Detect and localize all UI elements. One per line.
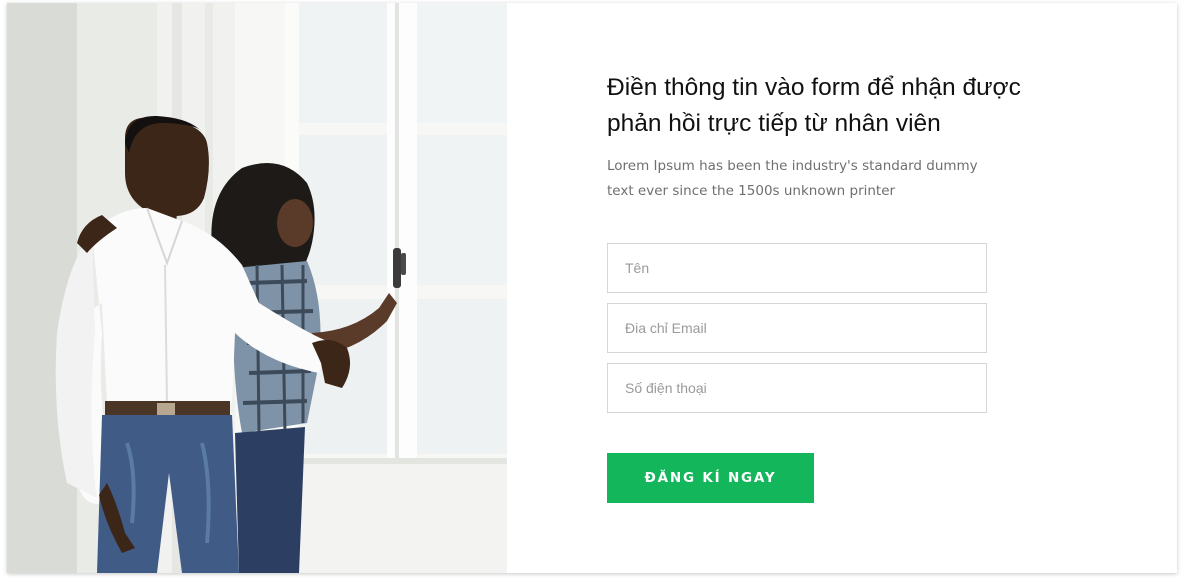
form-heading-line-2: phản hồi trực tiếp từ nhân viên <box>607 110 941 137</box>
form-heading: Điền thông tin vào form để nhận được phả… <box>607 70 1067 142</box>
name-input[interactable] <box>607 243 987 293</box>
couple-at-window-photo <box>7 3 507 573</box>
form-description-line-1: Lorem Ipsum has been the industry's stan… <box>607 158 978 174</box>
phone-input[interactable] <box>607 363 987 413</box>
register-now-button[interactable]: ĐĂNG KÍ NGAY <box>607 453 814 503</box>
form-heading-line-1: Điền thông tin vào form để nhận được <box>607 74 1021 101</box>
form-description: Lorem Ipsum has been the industry's stan… <box>607 154 987 204</box>
form-description-line-2: text ever since the 1500s unknown printe… <box>607 183 896 199</box>
contact-form-panel: Điền thông tin vào form để nhận được phả… <box>507 3 1177 573</box>
email-input[interactable] <box>607 303 987 353</box>
contact-card: Điền thông tin vào form để nhận được phả… <box>7 3 1177 573</box>
